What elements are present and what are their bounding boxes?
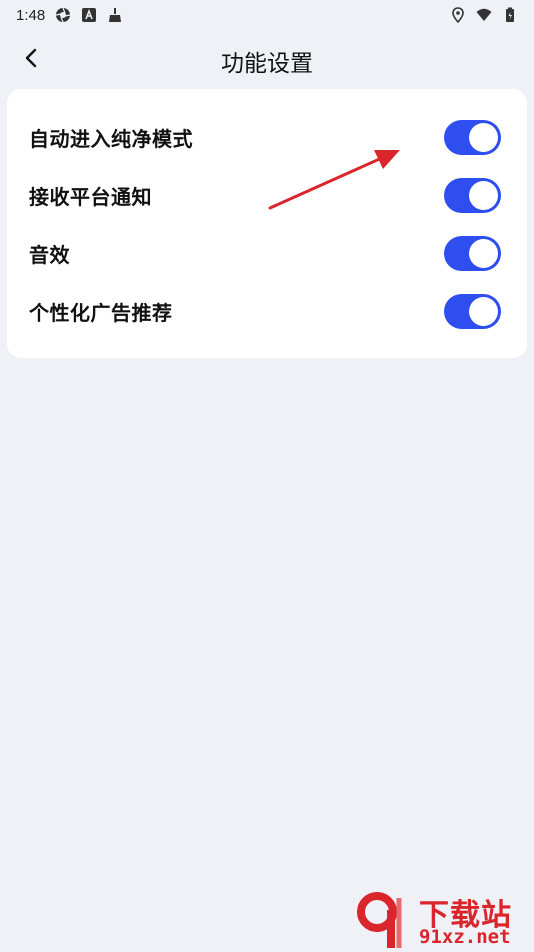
a-letter-icon (81, 7, 97, 23)
toggle-knob (469, 122, 498, 152)
setting-label: 自动进入纯净模式 (29, 126, 193, 151)
sound-effects-toggle[interactable] (444, 235, 501, 271)
settings-card: 自动进入纯净模式 接收平台通知 音效 个性化广告推荐 (7, 89, 527, 358)
toggle-knob (469, 296, 498, 326)
status-time: 1:48 (16, 6, 46, 24)
status-bar: 1:48 (0, 0, 534, 30)
app-bar: 功能设置 (0, 30, 534, 88)
notifications-toggle[interactable] (444, 177, 501, 213)
pure-mode-toggle[interactable] (444, 119, 501, 155)
aperture-icon (55, 7, 71, 23)
personalized-ads-toggle[interactable] (444, 293, 501, 329)
status-left: 1:48 (16, 7, 123, 24)
location-icon (450, 7, 466, 23)
watermark-text-bottom: 91xz.net (419, 926, 511, 948)
setting-row-personalized-ads: 个性化广告推荐 (7, 282, 527, 340)
setting-row-pure-mode: 自动进入纯净模式 (7, 108, 527, 166)
setting-label: 个性化广告推荐 (29, 300, 173, 325)
setting-row-notifications: 接收平台通知 (7, 166, 527, 224)
toggle-knob (469, 238, 498, 268)
wifi-icon (476, 7, 492, 23)
status-right (450, 7, 518, 23)
broom-icon (107, 7, 123, 23)
setting-row-sound-effects: 音效 (7, 224, 527, 282)
battery-icon (502, 7, 518, 23)
setting-label: 音效 (29, 242, 70, 267)
setting-label: 接收平台通知 (29, 184, 152, 209)
watermark-logo-icon (357, 892, 402, 948)
toggle-knob (469, 180, 498, 210)
watermark: 下载站 91xz.net (353, 890, 528, 952)
page-title: 功能设置 (221, 51, 313, 77)
